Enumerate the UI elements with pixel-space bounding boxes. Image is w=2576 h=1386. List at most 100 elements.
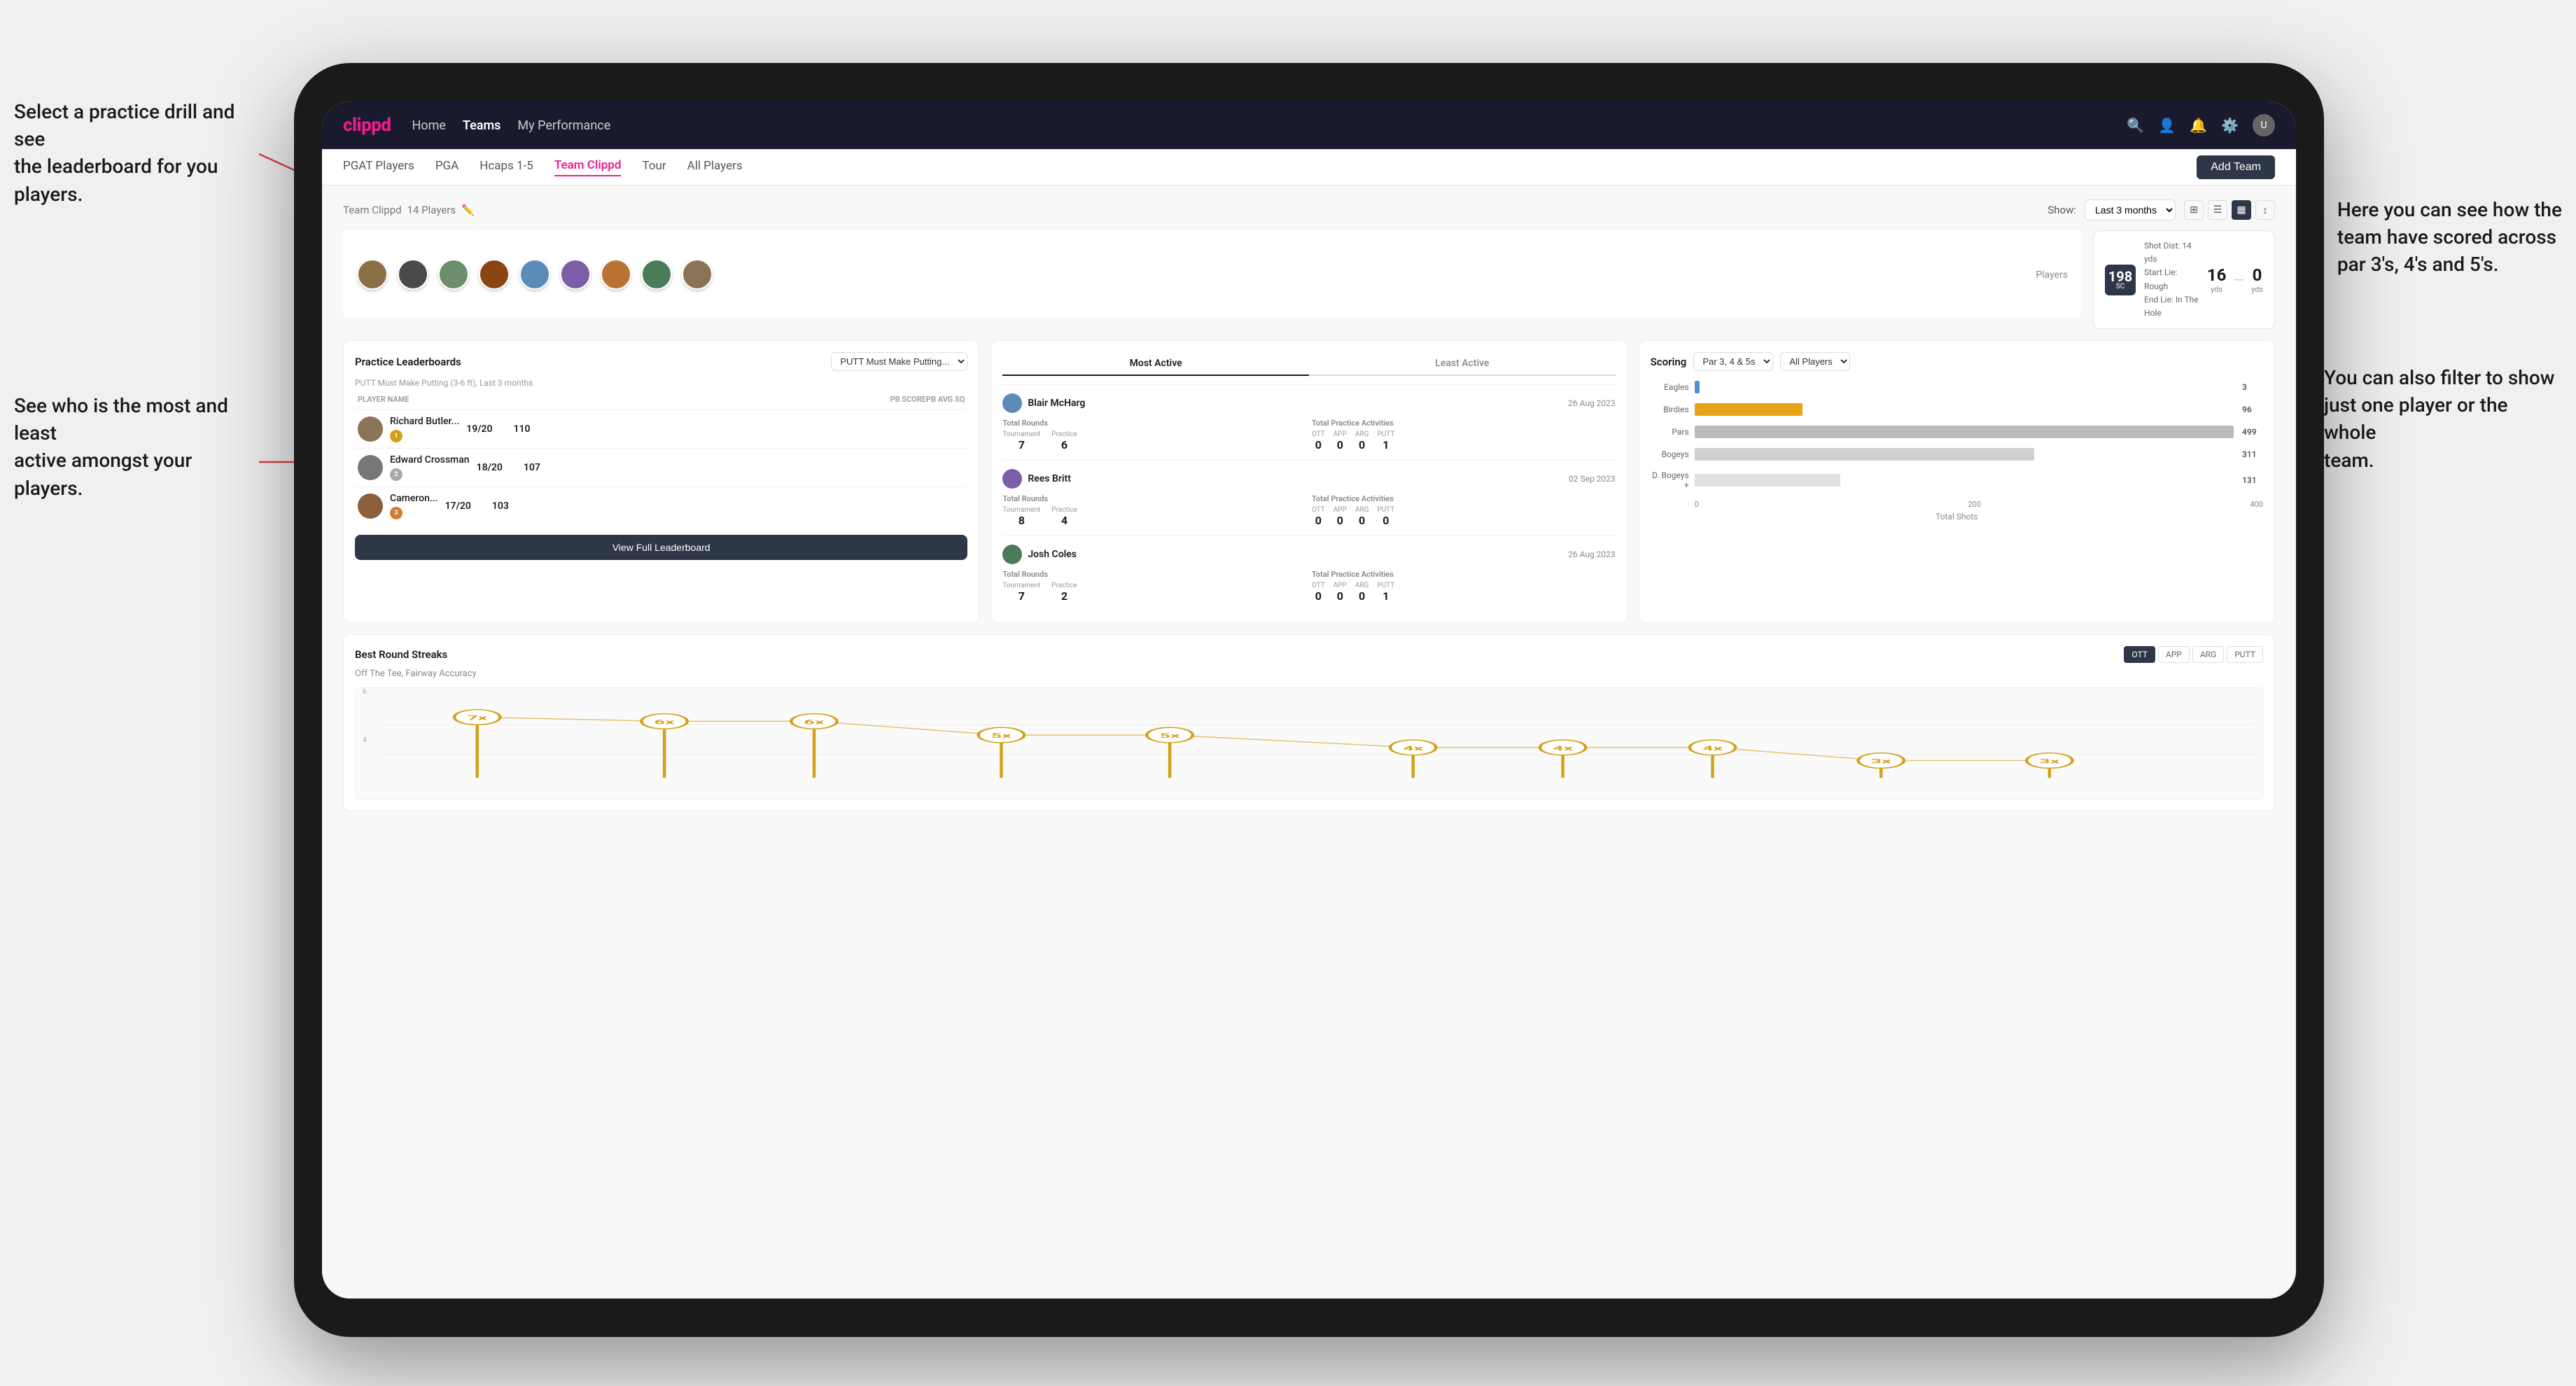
pac-tournament-num-1: 7 xyxy=(1002,438,1040,451)
lb-columns-header: PLAYER NAME PB SCORE PB AVG SQ xyxy=(355,395,967,404)
player-avatar-6[interactable] xyxy=(560,259,591,290)
navbar-links: Home Teams My Performance xyxy=(412,118,2106,133)
silver-medal: 2 xyxy=(390,468,402,481)
svg-text:3x: 3x xyxy=(1871,758,1891,765)
activity-card: Most Active Least Active Blair McHarg 26… xyxy=(990,340,1627,623)
streaks-tab-arg[interactable]: ARG xyxy=(2192,646,2224,663)
shot-detail-2: Start Lie: Rough xyxy=(2144,266,2199,293)
annotation-left-2: See who is the most and least active amo… xyxy=(14,392,252,502)
pac-putt-num-1: 1 xyxy=(1377,438,1394,451)
lb-score-2: 18/20 xyxy=(477,462,503,473)
sub-nav-pga[interactable]: PGA xyxy=(435,159,458,176)
annotation-right-1: Here you can see how the team have score… xyxy=(2337,196,2562,279)
view-full-leaderboard-button[interactable]: View Full Leaderboard xyxy=(355,535,967,560)
leaderboard-dropdown[interactable]: PUTT Must Make Putting... xyxy=(831,352,967,371)
sub-nav-hcaps[interactable]: Hcaps 1-5 xyxy=(479,159,533,176)
streaks-tab-app[interactable]: APP xyxy=(2158,646,2190,663)
show-label: Show: xyxy=(2047,204,2076,216)
player-avatar-5[interactable] xyxy=(519,259,550,290)
streaks-tab-putt[interactable]: PUTT xyxy=(2227,646,2263,663)
chart-x-labels: 0 200 400 xyxy=(1695,500,2263,509)
streaks-tabs: OTT APP ARG PUTT xyxy=(2124,646,2263,663)
yds-label-2: yds xyxy=(2251,285,2263,294)
tab-most-active[interactable]: Most Active xyxy=(1002,352,1309,376)
sub-nav-tour[interactable]: Tour xyxy=(642,159,666,176)
sub-navbar: PGAT Players PGA Hcaps 1-5 Team Clippd T… xyxy=(322,149,2296,186)
grid-view-icon[interactable]: ⊞ xyxy=(2184,200,2204,220)
nav-performance[interactable]: My Performance xyxy=(517,118,610,133)
player-avatar-8[interactable] xyxy=(641,259,672,290)
streaks-tab-ott[interactable]: OTT xyxy=(2124,646,2155,663)
pac-ott-num-3: 0 xyxy=(1312,589,1325,603)
player-avatar-9[interactable] xyxy=(682,259,713,290)
chart-row-birdies: Birdies 96 xyxy=(1651,403,2263,416)
lb-name-1: Richard Butler... xyxy=(390,416,459,427)
activity-player-1: Blair McHarg 26 Aug 2023 Total Rounds To… xyxy=(1002,384,1615,460)
svg-text:3x: 3x xyxy=(2039,758,2059,765)
player-avatar-2[interactable] xyxy=(398,259,428,290)
pac-ott-num-2: 0 xyxy=(1312,514,1325,527)
lb-row-1[interactable]: Richard Butler... 1 19/20 110 xyxy=(355,410,967,448)
user-avatar[interactable]: U xyxy=(2253,114,2275,136)
edit-icon[interactable]: ✏️ xyxy=(461,204,475,216)
shot-yds: 16 yds — 0 yds xyxy=(2207,265,2263,294)
pac-rounds-values-1: Tournament 7 Practice 6 xyxy=(1002,430,1306,451)
tablet-frame: clippd Home Teams My Performance 🔍 👤 🔔 ⚙… xyxy=(294,63,2324,1337)
sub-nav-all-players[interactable]: All Players xyxy=(687,159,743,176)
player-avatar-4[interactable] xyxy=(479,259,510,290)
filter-icon[interactable]: ↕ xyxy=(2255,200,2275,220)
list-view-icon[interactable]: ☰ xyxy=(2208,200,2227,220)
lb-row-2[interactable]: Edward Crossman 2 18/20 107 xyxy=(355,448,967,486)
shot-detail-3: End Lie: In The Hole xyxy=(2144,293,2199,320)
lb-score-1: 19/20 xyxy=(466,424,492,435)
player-avatar-7[interactable] xyxy=(601,259,631,290)
annotation-left-1: Select a practice drill and see the lead… xyxy=(14,98,252,208)
pac-arg-3: ARG 0 xyxy=(1355,582,1369,603)
search-icon[interactable]: 🔍 xyxy=(2127,117,2144,134)
chart-row-bogeys: Bogeys 311 xyxy=(1651,448,2263,461)
pac-practice-num-3: 2 xyxy=(1051,589,1077,603)
pac-tournament-num-3: 7 xyxy=(1002,589,1040,603)
sub-nav-team[interactable]: Team Clippd xyxy=(554,158,622,176)
player-count: 14 Players xyxy=(407,204,456,216)
lb-medal-row-3: 3 xyxy=(390,505,438,519)
pac-practice-num-2: 4 xyxy=(1051,514,1077,527)
sub-nav-pgat[interactable]: PGAT Players xyxy=(343,159,414,176)
chart-bar-birdies xyxy=(1695,403,1802,416)
tablet-screen: clippd Home Teams My Performance 🔍 👤 🔔 ⚙… xyxy=(322,102,2296,1298)
pac-practice-activities-2: Total Practice Activities OTT 0 APP 0 xyxy=(1312,494,1616,527)
chart-row-pars: Pars 499 xyxy=(1651,426,2263,438)
lb-col-score: PB SCORE xyxy=(890,395,926,404)
lb-player-info-1: Richard Butler... 1 xyxy=(390,416,459,442)
bronze-medal: 3 xyxy=(390,507,402,519)
scoring-par-filter[interactable]: Par 3, 4 & 5s xyxy=(1693,352,1773,371)
pac-player-3: Josh Coles xyxy=(1002,545,1077,564)
team-header: Team Clippd 14 Players ✏️ Show: Last 3 m… xyxy=(343,200,2275,220)
pac-putt-2: PUTT 0 xyxy=(1377,506,1394,527)
scoring-chart: Eagles 3 Birdies 96 xyxy=(1651,381,2263,522)
nav-home[interactable]: Home xyxy=(412,118,445,133)
nav-teams[interactable]: Teams xyxy=(463,118,501,133)
total-shots-label: Total Shots xyxy=(1651,512,2263,522)
lb-name-2: Edward Crossman xyxy=(390,454,470,465)
pac-avatar-3 xyxy=(1002,545,1022,564)
gold-medal: 1 xyxy=(390,430,402,442)
lb-col-name: PLAYER NAME xyxy=(358,395,890,404)
pac-header-1: Blair McHarg 26 Aug 2023 xyxy=(1002,393,1615,413)
tab-least-active[interactable]: Least Active xyxy=(1309,352,1616,376)
card-view-icon[interactable]: ▦ xyxy=(2232,200,2251,220)
player-avatar-1[interactable] xyxy=(357,259,388,290)
y-label-6: 6 xyxy=(363,688,367,696)
pac-arg-num-3: 0 xyxy=(1355,589,1369,603)
bell-icon[interactable]: 🔔 xyxy=(2190,117,2207,134)
scoring-player-filter[interactable]: All Players xyxy=(1780,352,1850,371)
pac-tournament-1: Tournament 7 xyxy=(1002,430,1040,451)
settings-icon[interactable]: ⚙️ xyxy=(2221,117,2239,134)
player-avatar-3[interactable] xyxy=(438,259,469,290)
people-icon[interactable]: 👤 xyxy=(2158,117,2176,134)
leaderboard-title: Practice Leaderboards xyxy=(355,356,461,368)
add-team-button[interactable]: Add Team xyxy=(2197,155,2275,179)
scoring-card: Scoring Par 3, 4 & 5s All Players Eagles xyxy=(1639,340,2275,623)
lb-row-3[interactable]: Cameron... 3 17/20 103 xyxy=(355,486,967,525)
period-select[interactable]: Last 3 months xyxy=(2085,200,2176,220)
